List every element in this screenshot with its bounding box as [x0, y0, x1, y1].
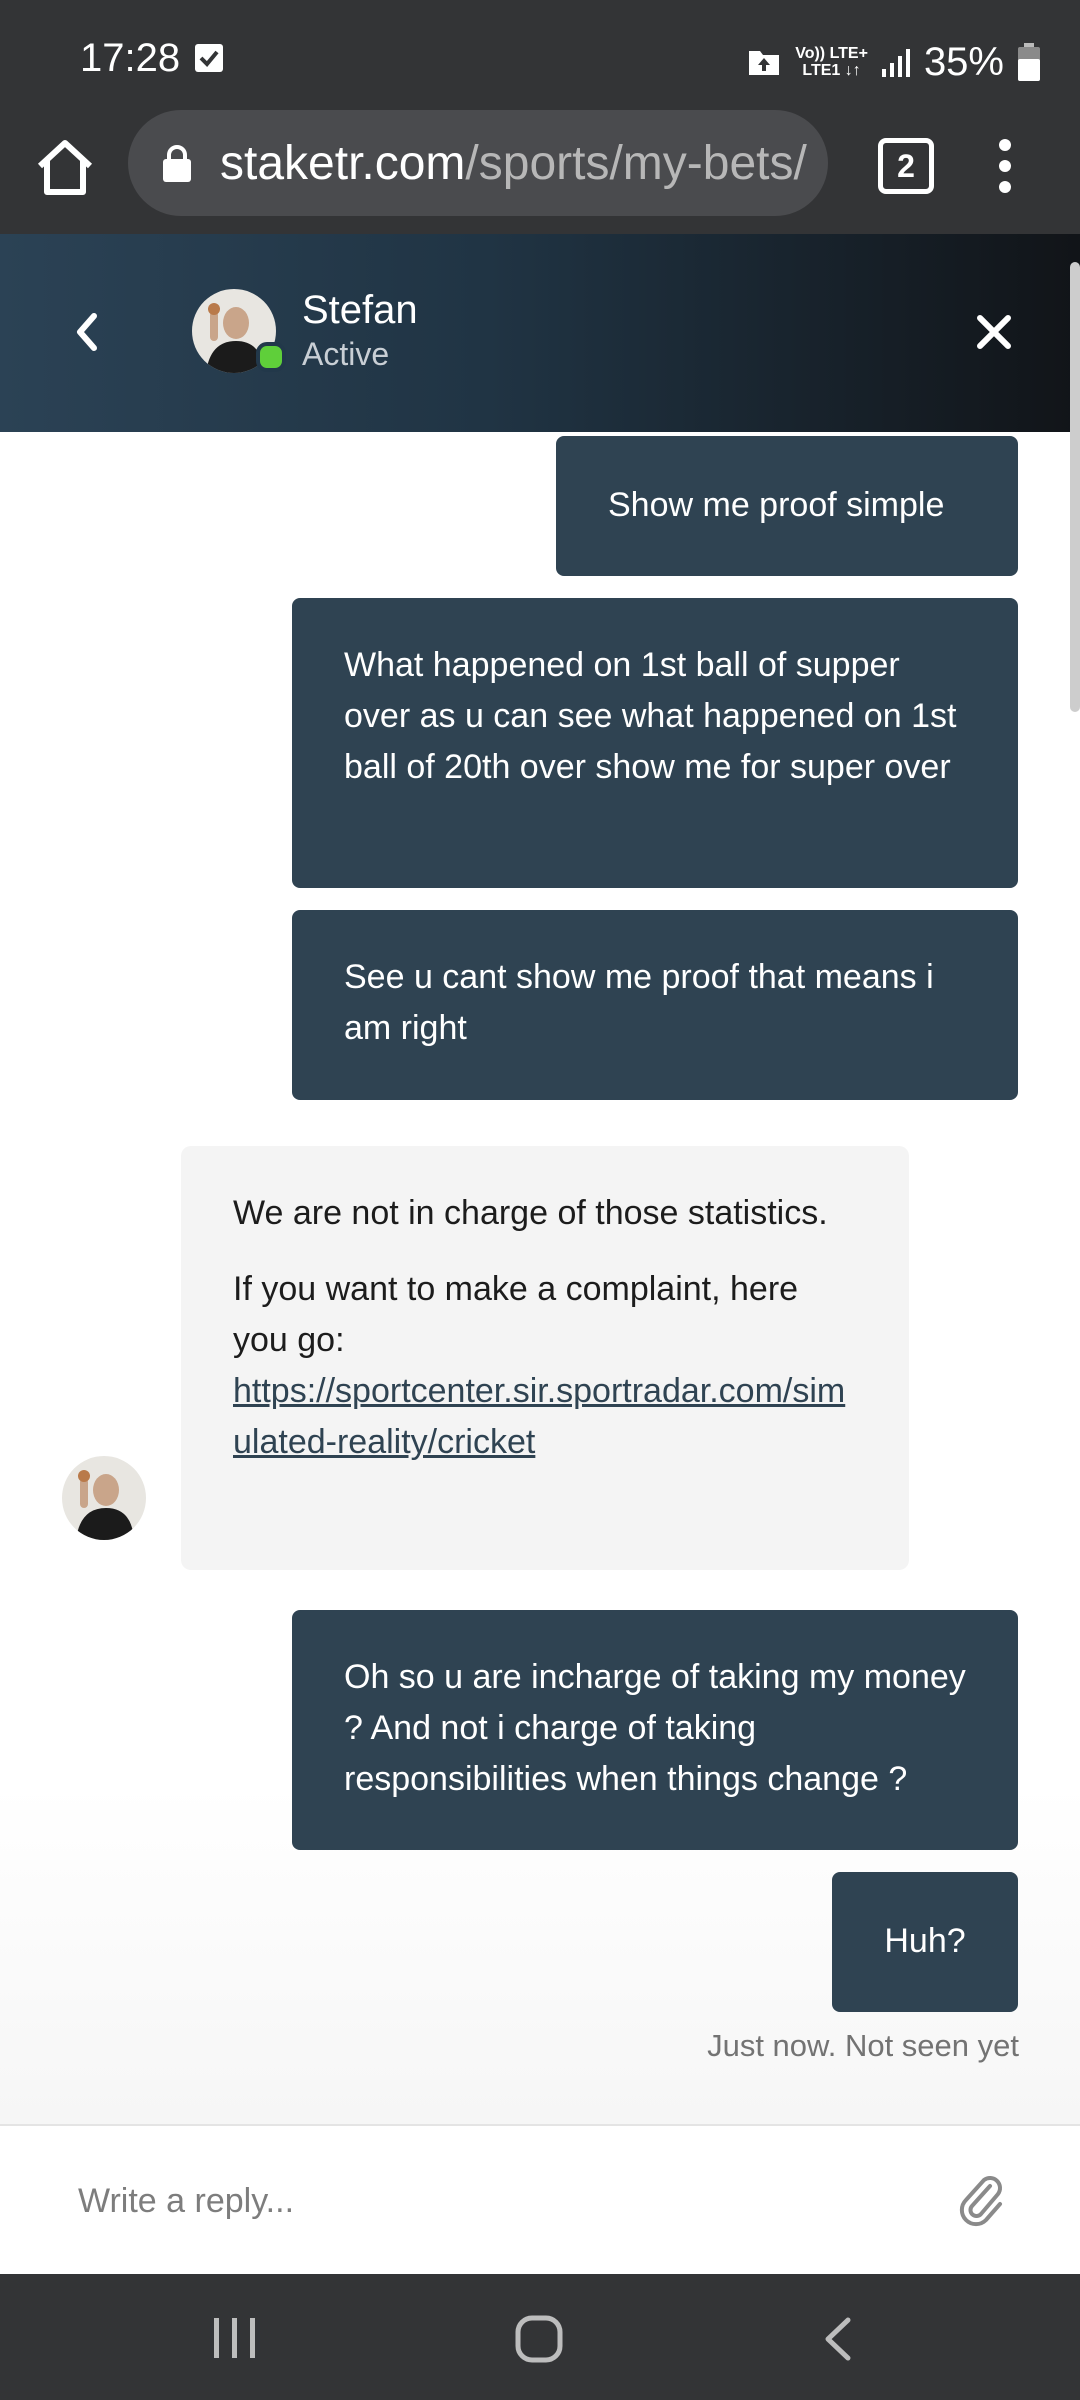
folder-upload-icon	[749, 51, 780, 75]
paperclip-icon[interactable]	[956, 2168, 1006, 2228]
message-bubble-agent: We are not in charge of those statistics…	[181, 1146, 909, 1570]
message-text: We are not in charge of those statistics…	[233, 1194, 828, 1232]
agent-status: Active	[302, 336, 390, 372]
status-time: 17:28	[80, 36, 181, 80]
message-text: Oh so u are incharge of taking my money …	[344, 1658, 966, 1798]
complaint-link[interactable]: https://sportcenter.sir.sportradar.com/s…	[233, 1372, 845, 1461]
back-icon[interactable]	[820, 2314, 856, 2364]
chat-header: Stefan Active	[0, 234, 1080, 432]
battery-percent: 35%	[923, 39, 1004, 84]
agent-name: Stefan	[302, 288, 418, 332]
online-indicator	[256, 342, 286, 372]
reply-composer	[0, 2124, 1080, 2276]
url-text: staketr.com/sports/my-bets/	[220, 136, 807, 191]
message-text: See u cant show me proof that means i am…	[344, 958, 934, 1047]
scrollbar[interactable]	[1070, 262, 1080, 712]
network-label-bottom: LTE1 ↓↑	[802, 62, 861, 79]
home-button-icon[interactable]	[514, 2314, 564, 2364]
checkbox-notification-icon	[195, 44, 223, 72]
message-text: Huh?	[884, 1922, 966, 1960]
home-icon[interactable]	[30, 132, 100, 202]
message-bubble: What happened on 1st ball of supper over…	[292, 598, 1018, 888]
message-bubble: Oh so u are incharge of taking my money …	[292, 1610, 1018, 1850]
close-icon[interactable]	[970, 308, 1018, 356]
browser-toolbar: staketr.com/sports/my-bets/ 2	[0, 110, 1080, 234]
message-list[interactable]: Show me proof simple What happened on 1s…	[0, 432, 1080, 2124]
message-text: What happened on 1st ball of supper over…	[344, 646, 957, 786]
message-status: Just now. Not seen yet	[707, 2028, 1019, 2063]
message-bubble: Show me proof simple	[556, 436, 1018, 576]
network-indicator: Vo)) LTE+ LTE1 ↓↑	[795, 45, 868, 79]
signal-icon	[881, 49, 910, 77]
lock-icon	[163, 145, 191, 182]
system-navigation-bar	[0, 2274, 1080, 2400]
recent-apps-icon[interactable]	[210, 2316, 260, 2360]
agent-avatar	[62, 1456, 146, 1540]
status-bar: 17:28 Vo)) LTE+ LTE1 ↓↑ 35%	[0, 0, 1080, 110]
more-options-icon[interactable]	[990, 134, 1020, 204]
url-host: staketr.com	[220, 137, 466, 190]
tab-switcher-button[interactable]: 2	[878, 138, 934, 194]
reply-input[interactable]	[76, 2170, 930, 2232]
message-bubble: See u cant show me proof that means i am…	[292, 910, 1018, 1100]
message-text: Show me proof simple	[608, 486, 945, 524]
chevron-left-icon[interactable]	[60, 304, 116, 360]
status-indicators: Vo)) LTE+ LTE1 ↓↑ 35%	[747, 30, 1040, 94]
url-path: /sports/my-bets/	[465, 137, 807, 190]
network-label-top: Vo)) LTE+	[795, 45, 868, 62]
message-bubble: Huh?	[832, 1872, 1018, 2012]
battery-icon	[1018, 43, 1040, 81]
message-text: If you want to make a complaint, here yo…	[233, 1270, 799, 1359]
address-bar[interactable]: staketr.com/sports/my-bets/	[128, 110, 828, 216]
